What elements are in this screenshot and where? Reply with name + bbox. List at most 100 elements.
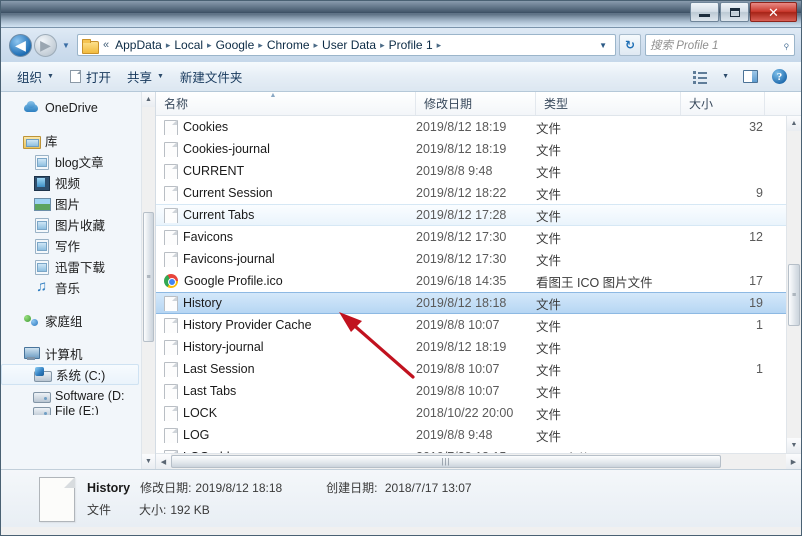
view-dropdown-button[interactable]: ▼ bbox=[716, 71, 735, 82]
help-icon: ? bbox=[772, 69, 787, 84]
sidebar-item-blog[interactable]: blog文章 bbox=[1, 151, 141, 172]
breadcrumb-item-chrome[interactable]: Chrome bbox=[264, 37, 313, 53]
scroll-down-button[interactable]: ▼ bbox=[787, 438, 801, 453]
change-view-button[interactable] bbox=[687, 68, 714, 85]
chevron-down-icon: ▼ bbox=[62, 40, 70, 50]
sidebar-item-file-e[interactable]: File (E:) bbox=[1, 406, 141, 415]
details-modified-label: 修改日期: bbox=[140, 481, 192, 495]
new-folder-button[interactable]: 新建文件夹 bbox=[172, 64, 251, 89]
scroll-down-button[interactable]: ▼ bbox=[142, 454, 155, 469]
sidebar-item-homegroup[interactable]: 家庭组 bbox=[1, 310, 141, 331]
table-row[interactable]: CURRENT 2019/8/8 9:48 文件 bbox=[156, 160, 786, 182]
table-row[interactable]: History-journal 2019/8/12 18:19 文件 bbox=[156, 336, 786, 358]
scroll-right-button[interactable]: ▶ bbox=[786, 454, 801, 469]
hscrollbar-track[interactable]: ||| bbox=[171, 454, 786, 469]
details-modified-value: 2019/8/12 18:18 bbox=[195, 481, 283, 495]
system-drive-icon bbox=[34, 367, 52, 382]
cell-date-modified: 2019/8/8 9:48 bbox=[416, 164, 493, 178]
sidebar-item-thunder-downloads[interactable]: 迅雷下载 bbox=[1, 256, 141, 277]
triangle-up-icon: ▲ bbox=[145, 96, 152, 103]
breadcrumb-item-profile-1[interactable]: Profile 1 bbox=[386, 37, 436, 53]
video-library-icon bbox=[33, 175, 50, 191]
file-name-label: Cookies-journal bbox=[183, 142, 270, 156]
file-name-label: Current Session bbox=[183, 186, 273, 200]
close-button[interactable]: ✕ bbox=[750, 2, 797, 22]
open-label: 打开 bbox=[85, 71, 111, 85]
command-toolbar: 组织 ▼ 打开 共享 ▼ 新建文件夹 ▼ ? bbox=[1, 62, 801, 92]
breadcrumb-item-appdata[interactable]: AppData bbox=[112, 37, 165, 53]
breadcrumb-overflow-icon[interactable]: « bbox=[100, 39, 112, 51]
breadcrumb-item-local[interactable]: Local bbox=[171, 37, 206, 53]
table-row[interactable]: Last Session 2019/8/8 10:07 文件 1 bbox=[156, 358, 786, 380]
sidebar-item-libraries[interactable]: 库 bbox=[1, 130, 141, 151]
table-row[interactable]: Cookies 2019/8/12 18:19 文件 32 bbox=[156, 116, 786, 138]
table-row[interactable]: LOG 2019/8/8 9:48 文件 bbox=[156, 424, 786, 446]
hscrollbar-thumb[interactable]: ||| bbox=[171, 455, 721, 468]
details-size-value: 192 KB bbox=[170, 503, 210, 517]
column-header-size[interactable]: 大小 bbox=[681, 92, 765, 115]
forward-button[interactable]: ▶ bbox=[34, 33, 57, 57]
sidebar-item-system-c[interactable]: 系统 (C:) bbox=[1, 364, 139, 385]
grip-icon: ||| bbox=[441, 457, 451, 466]
column-header-date-modified[interactable]: 修改日期 bbox=[416, 92, 536, 115]
scroll-left-button[interactable]: ◀ bbox=[156, 454, 171, 469]
sidebar-item-computer[interactable]: 计算机 bbox=[1, 343, 141, 364]
sidebar-item-onedrive[interactable]: OneDrive bbox=[1, 97, 141, 118]
scrollbar-thumb[interactable]: ≡ bbox=[788, 264, 800, 326]
file-icon bbox=[164, 251, 178, 267]
open-button[interactable]: 打开 bbox=[62, 64, 119, 89]
search-input[interactable]: 搜索 Profile 1 bbox=[650, 37, 783, 53]
table-row[interactable]: Google Profile.ico 2019/6/18 14:35 看图王 ICO… bbox=[156, 270, 786, 292]
sidebar-item-label: 写作 bbox=[55, 240, 81, 254]
sidebar-item-videos[interactable]: 视频 bbox=[1, 172, 141, 193]
table-row[interactable]: LOG.old2019/7/22 18:15OLD 文件 bbox=[156, 446, 786, 453]
table-row[interactable]: Cookies-journal 2019/8/12 18:19 文件 bbox=[156, 138, 786, 160]
organize-button[interactable]: 组织 ▼ bbox=[9, 64, 62, 89]
scrollbar-thumb[interactable]: ≡ bbox=[143, 212, 154, 342]
triangle-up-icon: ▲ bbox=[790, 120, 798, 127]
table-row[interactable]: History Provider Cache 2019/8/8 10:07 文件 1 bbox=[156, 314, 786, 336]
table-row[interactable]: History 2019/8/12 18:18 文件 19 bbox=[156, 292, 786, 314]
new-folder-label: 新建文件夹 bbox=[179, 71, 243, 85]
table-row[interactable]: Current Tabs 2019/8/12 17:28 文件 bbox=[156, 204, 786, 226]
breadcrumb-item-google[interactable]: Google bbox=[213, 37, 258, 53]
sidebar-item-writing[interactable]: 写作 bbox=[1, 235, 141, 256]
column-header-type[interactable]: 类型 bbox=[536, 92, 681, 115]
back-button[interactable]: ◀ bbox=[9, 33, 32, 57]
document-library-icon bbox=[33, 217, 50, 233]
share-button[interactable]: 共享 ▼ bbox=[119, 64, 172, 89]
cell-type: 文件 bbox=[536, 209, 562, 224]
refresh-button[interactable]: ↻ bbox=[619, 34, 641, 56]
navigation-scrollbar[interactable]: ▲ ≡ ▼ bbox=[141, 92, 155, 469]
details-created-group: 创建日期: 2018/7/17 13:07 bbox=[326, 479, 471, 496]
column-header-name[interactable]: 名称 bbox=[156, 92, 416, 115]
maximize-button[interactable] bbox=[720, 2, 749, 22]
file-list-horizontal-scrollbar[interactable]: ◀ ||| ▶ bbox=[156, 453, 801, 469]
minimize-button[interactable] bbox=[690, 2, 719, 22]
computer-icon bbox=[23, 346, 40, 361]
address-dropdown-icon[interactable]: ▼ bbox=[595, 41, 613, 50]
breadcrumb-bar[interactable]: « AppData ▸ Local ▸ Google ▸ Chrome ▸ Us… bbox=[77, 34, 616, 56]
table-row[interactable]: LOCK 2018/10/22 20:00 文件 bbox=[156, 402, 786, 424]
chevron-down-icon: ▼ bbox=[722, 73, 729, 80]
sidebar-item-picture-collection[interactable]: 图片收藏 bbox=[1, 214, 141, 235]
breadcrumb-arrow-icon[interactable]: ▸ bbox=[436, 40, 443, 51]
scroll-up-button[interactable]: ▲ bbox=[142, 92, 155, 107]
help-button[interactable]: ? bbox=[766, 67, 793, 86]
cell-name: Last Tabs bbox=[156, 383, 416, 399]
cell-type: 文件 bbox=[536, 407, 562, 422]
details-size-label: 大小: bbox=[139, 503, 167, 517]
breadcrumb-item-user-data[interactable]: User Data bbox=[319, 37, 379, 53]
preview-pane-button[interactable] bbox=[737, 68, 764, 85]
file-list-vertical-scrollbar[interactable]: ▲ ≡ ▼ bbox=[786, 116, 801, 453]
sidebar-item-pictures[interactable]: 图片 bbox=[1, 193, 141, 214]
sidebar-item-software-d[interactable]: Software (D: bbox=[1, 385, 141, 406]
recent-locations-button[interactable]: ▼ bbox=[59, 41, 73, 50]
scroll-up-button[interactable]: ▲ bbox=[787, 116, 801, 131]
table-row[interactable]: Favicons 2019/8/12 17:30 文件 12 bbox=[156, 226, 786, 248]
table-row[interactable]: Favicons-journal 2019/8/12 17:30 文件 bbox=[156, 248, 786, 270]
table-row[interactable]: Last Tabs 2019/8/8 10:07 文件 bbox=[156, 380, 786, 402]
table-row[interactable]: Current Session 2019/8/12 18:22 文件 9 bbox=[156, 182, 786, 204]
search-box[interactable]: 搜索 Profile 1 ⌕ bbox=[645, 34, 795, 56]
sidebar-item-music[interactable]: 音乐 bbox=[1, 277, 141, 298]
